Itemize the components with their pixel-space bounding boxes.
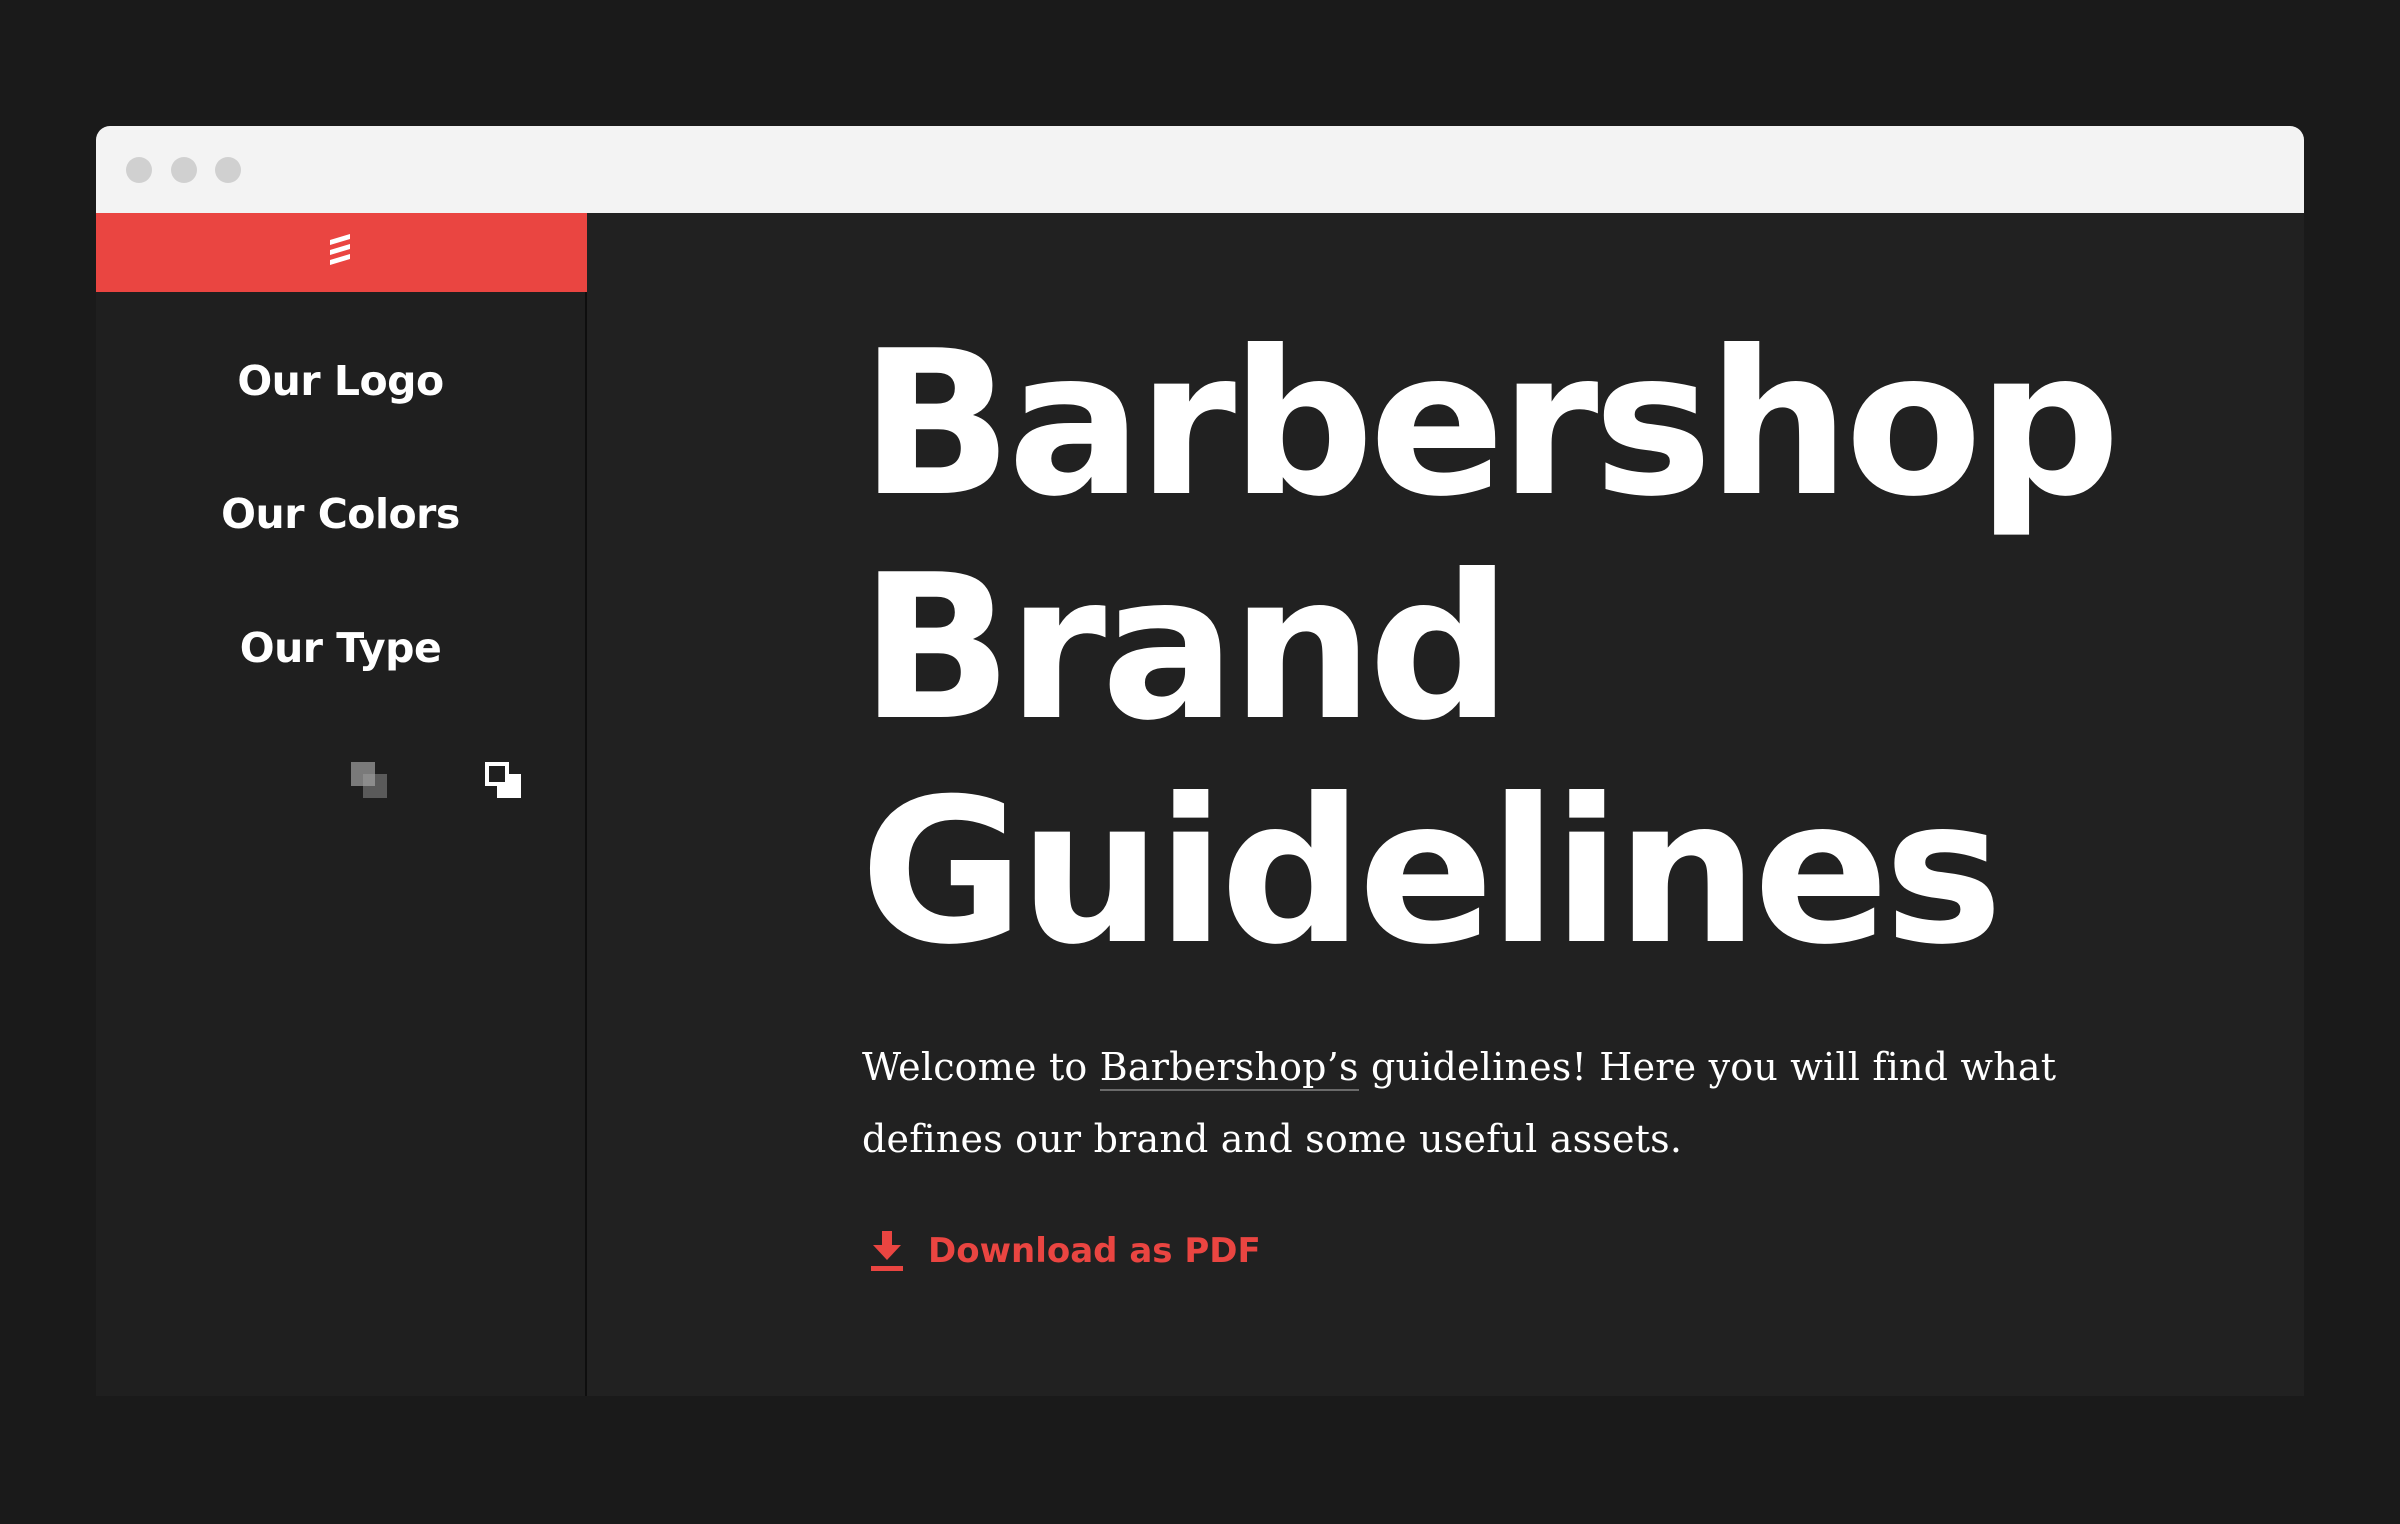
window-titlebar	[96, 126, 2304, 213]
intro-paragraph: Welcome to Barbershop’s guidelines! Here…	[862, 1031, 2192, 1175]
sidebar-header[interactable]	[96, 213, 587, 292]
title-line: Guidelines	[860, 756, 2003, 989]
window-minimize-dot[interactable]	[171, 157, 197, 183]
nav-item-our-logo[interactable]: Our Logo	[96, 357, 585, 405]
window-close-dot[interactable]	[126, 157, 152, 183]
page-title: Barbershop Brand Guidelines	[860, 308, 2120, 989]
window-maximize-dot[interactable]	[215, 157, 241, 183]
barbershop-link[interactable]: Barbershop’s	[1099, 1045, 1359, 1091]
browser-window: Our Logo Our Colors Our Type Barbershop …	[96, 126, 2304, 1396]
intro-text: Welcome to	[862, 1045, 1100, 1089]
download-icon	[871, 1231, 903, 1271]
title-line: Brand	[860, 532, 1512, 765]
main-content: Barbershop Brand Guidelines Welcome to B…	[587, 213, 2304, 1396]
download-pdf-button[interactable]: Download as PDF	[870, 1230, 1261, 1272]
nav-item-our-colors[interactable]: Our Colors	[96, 490, 585, 538]
download-label: Download as PDF	[928, 1231, 1261, 1271]
light-theme-icon[interactable]	[483, 760, 523, 800]
nav-item-our-type[interactable]: Our Type	[96, 624, 585, 672]
barbershop-stripes-icon[interactable]	[326, 231, 354, 271]
dark-theme-icon[interactable]	[349, 760, 389, 800]
sidebar: Our Logo Our Colors Our Type	[96, 213, 587, 1396]
title-line: Barbershop	[860, 308, 2120, 541]
